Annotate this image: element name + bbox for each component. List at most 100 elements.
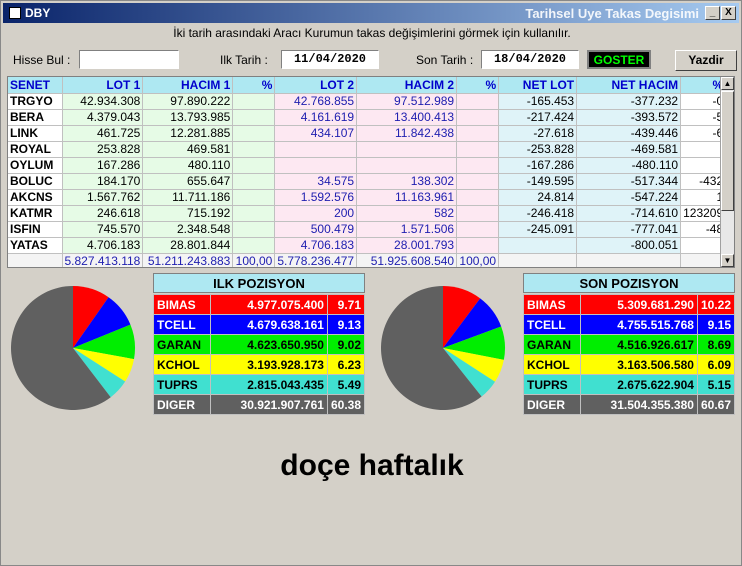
son-pozisyon-title: SON POZISYON xyxy=(523,273,735,293)
table-cell: 1 xyxy=(680,189,727,206)
totals-row: 5.827.413.118 51.211.243.883 100,00 5.778.2… xyxy=(8,253,727,267)
table-cell xyxy=(456,109,500,126)
position-percent: 9.02 xyxy=(326,334,366,355)
position-percent: 6.23 xyxy=(326,354,366,375)
table-cell xyxy=(232,205,276,222)
table-cell: 12.281.885 xyxy=(142,125,234,142)
table-cell: YATAS xyxy=(8,237,63,254)
ilk-pozisyon-pie-chart xyxy=(10,286,135,410)
position-percent: 6.09 xyxy=(696,354,736,375)
position-row: GARAN 4.623.650.950 9.02 xyxy=(152,334,366,355)
ilk-tarih-input[interactable]: 11/04/2020 xyxy=(281,50,379,69)
table-cell xyxy=(456,205,500,222)
column-header[interactable]: % xyxy=(456,77,500,94)
table-cell: 34.575 xyxy=(274,173,358,190)
table-cell: 123209 xyxy=(680,205,727,222)
table-row[interactable]: LINK 461.725 12.281.885 434.107 11.842.438 -2… xyxy=(8,125,727,142)
scroll-thumb[interactable] xyxy=(721,91,734,211)
table-cell xyxy=(232,237,276,254)
ilk-pozisyon-title: ILK POZISYON xyxy=(153,273,365,293)
hisse-input[interactable] xyxy=(79,50,179,69)
position-row: KCHOL 3.193.928.173 6.23 xyxy=(152,354,366,375)
table-cell: -377.232 xyxy=(576,93,682,110)
column-header[interactable]: LOT 1 xyxy=(62,77,144,94)
column-header[interactable]: % xyxy=(680,77,727,94)
goster-button[interactable]: GOSTER xyxy=(587,50,651,69)
position-percent: 8.69 xyxy=(696,334,736,355)
column-header[interactable]: SENET xyxy=(8,77,63,94)
column-header[interactable]: LOT 2 xyxy=(274,77,358,94)
bottom-caption: doçe haftalık xyxy=(280,449,464,482)
table-cell: 4.706.183 xyxy=(274,237,358,254)
position-value: 31.504.355.380 xyxy=(580,394,698,415)
total-cell xyxy=(680,253,727,267)
position-symbol: DIGER xyxy=(522,394,582,415)
table-cell xyxy=(232,109,276,126)
table-cell xyxy=(232,141,276,158)
position-symbol: KCHOL xyxy=(522,354,582,375)
table-cell xyxy=(498,237,578,254)
app-icon xyxy=(9,7,21,19)
table-row[interactable]: YATAS 4.706.183 28.801.844 4.706.183 28.001.… xyxy=(8,237,727,254)
scroll-up-icon[interactable]: ▲ xyxy=(721,77,734,90)
minimize-button[interactable]: _ xyxy=(705,6,720,20)
info-text: İki tarih arasındaki Aracı Kurumun takas… xyxy=(173,26,571,40)
vertical-scrollbar[interactable]: ▲ ▼ xyxy=(720,77,734,267)
column-header[interactable]: HACIM 1 xyxy=(142,77,234,94)
table-cell: 11.842.438 xyxy=(356,125,458,142)
position-percent: 9.15 xyxy=(696,314,736,335)
table-row[interactable]: TRGYO 42.934.308 97.890.222 42.768.855 97.51… xyxy=(8,93,727,110)
table-cell: BOLUC xyxy=(8,173,63,190)
son-tarih-input[interactable]: 18/04/2020 xyxy=(481,50,579,69)
table-cell: 480.110 xyxy=(142,157,234,174)
total-cell xyxy=(498,253,578,267)
table-cell xyxy=(456,237,500,254)
table-cell: 42.768.855 xyxy=(274,93,358,110)
table-cell: -165.453 xyxy=(498,93,578,110)
total-cell xyxy=(576,253,682,267)
table-cell xyxy=(456,93,500,110)
position-row: TUPRS 2.675.622.904 5.15 xyxy=(522,374,736,395)
column-header[interactable]: % xyxy=(232,77,276,94)
takas-grid[interactable]: SENET LOT 1 HACIM 1% LOT 2 HACIM 2% NET LOT NE… xyxy=(7,76,735,268)
table-cell xyxy=(456,189,500,206)
table-cell: 715.192 xyxy=(142,205,234,222)
column-header[interactable]: HACIM 2 xyxy=(356,77,458,94)
position-percent: 5.15 xyxy=(696,374,736,395)
table-cell xyxy=(356,141,458,158)
position-value: 4.516.926.617 xyxy=(580,334,698,355)
table-cell: 42.934.308 xyxy=(62,93,144,110)
table-cell: 13.793.985 xyxy=(142,109,234,126)
table-cell: -149.595 xyxy=(498,173,578,190)
table-row[interactable]: BOLUC 184.170 655.647 34.575 138.302 -149.595… xyxy=(8,173,727,190)
table-cell: -167.286 xyxy=(498,157,578,174)
position-symbol: GARAN xyxy=(522,334,582,355)
close-button[interactable]: X xyxy=(721,6,736,20)
table-cell: AKCNS xyxy=(8,189,63,206)
table-row[interactable]: ROYAL 253.828 469.581 -253.828 -469.581 xyxy=(8,141,727,158)
table-cell xyxy=(232,125,276,142)
column-header[interactable]: NET HACIM xyxy=(576,77,682,94)
table-row[interactable]: KATMR 246.618 715.192 200 582 -246.418 -714.61… xyxy=(8,205,727,222)
position-symbol: TUPRS xyxy=(522,374,582,395)
column-header[interactable]: NET LOT xyxy=(498,77,578,94)
table-cell: 28.001.793 xyxy=(356,237,458,254)
table-cell: -217.424 xyxy=(498,109,578,126)
position-symbol: TCELL xyxy=(152,314,212,335)
table-cell: 184.170 xyxy=(62,173,144,190)
position-row: DIGER 30.921.907.761 60.38 xyxy=(152,394,366,415)
position-value: 4.679.638.161 xyxy=(210,314,328,335)
table-row[interactable]: OYLUM 167.286 480.110 -167.286 -480.110 xyxy=(8,157,727,174)
table-row[interactable]: BERA 4.379.043 13.793.985 4.161.619 13.400.4… xyxy=(8,109,727,126)
scroll-down-icon[interactable]: ▼ xyxy=(721,254,734,267)
table-cell: -432 xyxy=(680,173,727,190)
ilk-pozisyon-table: BIMAS 4.977.075.400 9.71 TCELL 4.679.638.161… xyxy=(152,294,366,415)
total-cell xyxy=(8,253,63,267)
table-row[interactable]: ISFIN 745.570 2.348.548 500.479 1.571.506 -24… xyxy=(8,221,727,238)
position-value: 2.815.043.435 xyxy=(210,374,328,395)
table-cell: -547.224 xyxy=(576,189,682,206)
table-row[interactable]: AKCNS 1.567.762 11.711.186 1.592.576 11.163.… xyxy=(8,189,727,206)
yazdir-button[interactable]: Yazdir xyxy=(675,50,737,71)
table-cell: -714.610 xyxy=(576,205,682,222)
table-cell xyxy=(456,141,500,158)
